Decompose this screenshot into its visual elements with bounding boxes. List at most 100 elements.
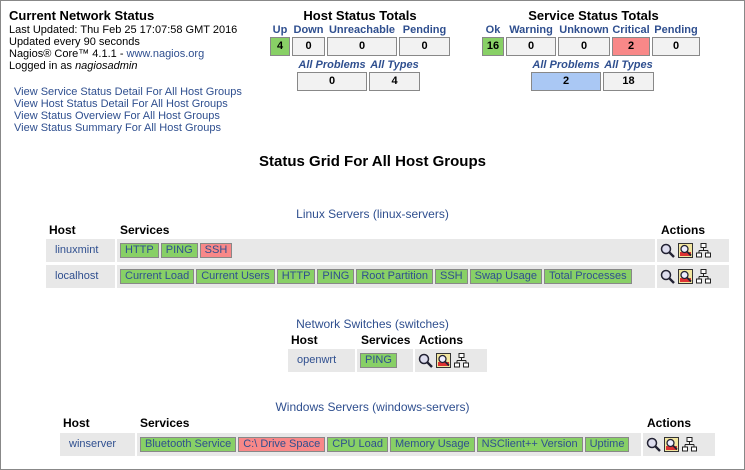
- col-services-switches: Services: [361, 333, 411, 347]
- status-map-icon[interactable]: [678, 269, 693, 284]
- host-down-header[interactable]: Down: [291, 24, 326, 37]
- service-uptime[interactable]: Uptime: [584, 437, 630, 452]
- magnifier-icon[interactable]: [660, 243, 675, 258]
- svc-warning-count[interactable]: 0: [506, 37, 556, 56]
- host-unreachable-count[interactable]: 0: [327, 37, 397, 56]
- group-title-windows[interactable]: Windows Servers (windows-servers): [1, 400, 744, 414]
- host-unreachable-header[interactable]: Unreachable: [326, 24, 398, 37]
- services-winserver: Bluetooth Service C:\ Drive Space CPU Lo…: [137, 433, 641, 456]
- magnifier-icon[interactable]: [418, 353, 433, 368]
- svc-unknown-header[interactable]: Unknown: [557, 24, 611, 37]
- service-cpu-load[interactable]: CPU Load: [327, 437, 389, 452]
- status-map-icon[interactable]: [664, 437, 679, 452]
- actions-linuxmint: [657, 239, 729, 262]
- network-map-icon[interactable]: [696, 243, 711, 258]
- last-updated: Last Updated: Thu Feb 25 17:07:58 GMT 20…: [9, 24, 238, 36]
- info-box: Current Network Status Last Updated: Thu…: [9, 8, 237, 72]
- svc-pending-header[interactable]: Pending: [651, 24, 701, 37]
- service-root-partition[interactable]: Root Partition: [356, 269, 433, 284]
- col-host-switches: Host: [291, 333, 318, 347]
- svc-ok-header[interactable]: Ok: [481, 24, 505, 37]
- actions-openwrt: [415, 349, 487, 372]
- service-swap-usage[interactable]: Swap Usage: [469, 269, 542, 284]
- col-actions-windows: Actions: [647, 416, 692, 430]
- col-actions-linux: Actions: [661, 223, 706, 237]
- svc-warning-header[interactable]: Warning: [505, 24, 557, 37]
- service-current-users[interactable]: Current Users: [196, 269, 275, 284]
- service-nsclient-version[interactable]: NSClient++ Version: [476, 437, 583, 452]
- col-services-windows: Services: [140, 416, 190, 430]
- host-totals-title: Host Status Totals: [303, 8, 417, 23]
- service-current-load[interactable]: Current Load: [120, 269, 195, 284]
- link-host-detail[interactable]: View Host Status Detail For All Host Gro…: [14, 98, 242, 110]
- logged-in: Logged in as nagiosadmin: [9, 60, 237, 72]
- service-bluetooth[interactable]: Bluetooth Service: [140, 437, 237, 452]
- status-map-icon[interactable]: [436, 353, 451, 368]
- service-ping[interactable]: PING: [160, 243, 198, 258]
- host-all-problems-header[interactable]: All Problems: [296, 59, 368, 72]
- service-memory-usage[interactable]: Memory Usage: [390, 437, 475, 452]
- group-title-switches-text[interactable]: Network Switches (switches): [296, 317, 449, 331]
- svc-all-problems-header[interactable]: All Problems: [530, 59, 602, 72]
- services-linuxmint: HTTP PING SSH: [117, 239, 655, 262]
- col-host-linux: Host: [49, 223, 76, 237]
- magnifier-icon[interactable]: [646, 437, 661, 452]
- svc-all-types-header[interactable]: All Types: [602, 59, 655, 72]
- magnifier-icon[interactable]: [660, 269, 675, 284]
- actions-localhost: [657, 265, 729, 288]
- col-host-windows: Host: [63, 416, 90, 430]
- group-title-switches[interactable]: Network Switches (switches): [1, 317, 744, 331]
- service-ping[interactable]: PING: [317, 269, 355, 284]
- host-all-types-count[interactable]: 4: [369, 72, 420, 91]
- status-map-icon[interactable]: [678, 243, 693, 258]
- col-services-linux: Services: [120, 223, 170, 237]
- svc-unknown-count[interactable]: 0: [558, 37, 610, 56]
- service-total-processes[interactable]: Total Processes: [543, 269, 632, 284]
- service-ping[interactable]: PING: [360, 353, 397, 368]
- group-title-linux[interactable]: Linux Servers (linux-servers): [1, 207, 744, 221]
- host-down-count[interactable]: 0: [292, 37, 325, 56]
- service-http[interactable]: HTTP: [120, 243, 159, 258]
- grid-title: Status Grid For All Host Groups: [259, 153, 486, 170]
- nagios-link[interactable]: www.nagios.org: [127, 48, 205, 60]
- col-actions-switches: Actions: [419, 333, 464, 347]
- page-title: Current Network Status: [9, 8, 155, 23]
- group-title-linux-text[interactable]: Linux Servers (linux-servers): [296, 207, 449, 221]
- host-all-types-header[interactable]: All Types: [368, 59, 421, 72]
- host-winserver[interactable]: winserver: [60, 433, 135, 456]
- svc-critical-count[interactable]: 2: [612, 37, 650, 56]
- host-openwrt[interactable]: openwrt: [288, 349, 355, 372]
- svc-pending-count[interactable]: 0: [652, 37, 700, 56]
- logged-in-user: nagiosadmin: [75, 60, 138, 72]
- service-status-totals: Service Status Totals Ok 16 Warning 0 Unkn…: [481, 8, 706, 91]
- host-all-problems-count[interactable]: 0: [297, 72, 367, 91]
- host-pending-header[interactable]: Pending: [398, 24, 451, 37]
- service-totals-title: Service Status Totals: [528, 8, 659, 23]
- link-service-detail[interactable]: View Service Status Detail For All Host …: [14, 86, 242, 98]
- network-map-icon[interactable]: [696, 269, 711, 284]
- view-links: View Service Status Detail For All Host …: [14, 86, 242, 134]
- network-map-icon[interactable]: [682, 437, 697, 452]
- update-frequency: Updated every 90 seconds: [9, 36, 140, 48]
- host-up-count[interactable]: 4: [270, 37, 290, 56]
- svc-ok-count[interactable]: 16: [482, 37, 504, 56]
- svc-critical-header[interactable]: Critical: [611, 24, 651, 37]
- link-status-overview[interactable]: View Status Overview For All Host Groups: [14, 110, 242, 122]
- host-localhost[interactable]: localhost: [46, 265, 115, 288]
- link-status-summary[interactable]: View Status Summary For All Host Groups: [14, 122, 242, 134]
- network-map-icon[interactable]: [454, 353, 469, 368]
- svc-all-types-count[interactable]: 18: [603, 72, 654, 91]
- host-pending-count[interactable]: 0: [399, 37, 450, 56]
- service-ssh-critical[interactable]: SSH: [199, 243, 233, 258]
- host-linuxmint[interactable]: linuxmint: [46, 239, 115, 262]
- core-version-text: Nagios® Core™ 4.1.1 -: [9, 48, 127, 60]
- group-title-windows-text[interactable]: Windows Servers (windows-servers): [275, 400, 469, 414]
- service-c-drive-space-critical[interactable]: C:\ Drive Space: [238, 437, 326, 452]
- service-ssh[interactable]: SSH: [434, 269, 468, 284]
- host-up-header[interactable]: Up: [269, 24, 291, 37]
- svc-all-problems-count[interactable]: 2: [531, 72, 601, 91]
- logged-in-text: Logged in as: [9, 60, 76, 72]
- services-openwrt: PING: [357, 349, 413, 372]
- service-http[interactable]: HTTP: [276, 269, 316, 284]
- core-version: Nagios® Core™ 4.1.1 - www.nagios.org: [9, 48, 237, 60]
